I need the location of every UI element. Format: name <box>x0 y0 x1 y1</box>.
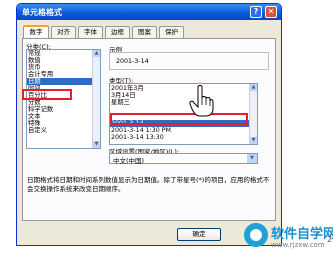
tab-font[interactable]: 字体 <box>78 26 103 38</box>
type-scrollbar[interactable]: ▲ ▼ <box>249 84 257 144</box>
list-item[interactable]: 2001-3-14 13:30 <box>110 134 257 141</box>
list-item[interactable]: 2001年3月 <box>110 85 257 92</box>
list-item[interactable]: 会计专用 <box>27 71 100 78</box>
highlight-box-type <box>110 113 248 125</box>
tab-protection[interactable]: 保护 <box>159 26 184 38</box>
format-description: 日期格式将日期和时间系列数值显示为日期值。除了带星号(*)的项目，应用的格式不会… <box>27 176 270 193</box>
chevron-down-icon[interactable]: ▼ <box>247 154 257 163</box>
watermark-text: 软件自学网 <box>271 227 333 242</box>
scroll-down-icon[interactable]: ▼ <box>250 137 257 144</box>
list-item[interactable]: 科学记数 <box>27 106 100 113</box>
watermark-url: www.rjzxw.com <box>271 241 325 249</box>
list-item-selected[interactable]: 日期 <box>27 78 100 85</box>
watermark-suffix: 2 <box>327 235 333 244</box>
ok-button[interactable]: 确定 <box>177 228 221 241</box>
tab-number[interactable]: 数字 <box>23 25 49 38</box>
close-button[interactable]: ✕ <box>265 6 277 18</box>
watermark-logo-icon <box>244 223 268 247</box>
list-item[interactable]: 常规 <box>27 50 100 57</box>
category-scrollbar[interactable]: ▲ ▼ <box>92 50 100 148</box>
sample-box: 2001-3-14 <box>109 52 269 70</box>
list-item[interactable]: 分数 <box>27 99 100 106</box>
locale-value: 中文(中国) <box>113 157 145 165</box>
list-item[interactable]: 特殊 <box>27 120 100 127</box>
list-item[interactable]: 2001-3-14 1:30 PM <box>110 127 257 134</box>
list-item[interactable]: 3月14日 <box>110 92 257 99</box>
tab-border[interactable]: 边框 <box>105 26 130 38</box>
list-item[interactable]: 文本 <box>27 113 100 120</box>
tab-alignment[interactable]: 对齐 <box>51 26 76 38</box>
sample-value: 2001-3-14 <box>116 58 149 65</box>
title-bar[interactable]: 单元格格式 ? ✕ <box>17 4 281 20</box>
dialog-title: 单元格格式 <box>22 8 62 17</box>
list-item[interactable]: 自定义 <box>27 127 100 134</box>
list-item[interactable]: 星期三 <box>110 99 257 106</box>
number-tab-panel: 分类(C): 常规 数值 货币 会计专用 日期 时间 百分比 分数 科学记数 文… <box>22 38 276 221</box>
scroll-up-icon[interactable]: ▲ <box>250 84 257 91</box>
scroll-down-icon[interactable]: ▼ <box>93 141 100 148</box>
list-item[interactable]: 数值 <box>27 57 100 64</box>
list-item[interactable]: 货币 <box>27 64 100 71</box>
locale-select[interactable]: 中文(中国) ▼ <box>109 153 258 165</box>
scroll-up-icon[interactable]: ▲ <box>93 50 100 57</box>
help-button[interactable]: ? <box>250 6 262 18</box>
tab-patterns[interactable]: 图案 <box>132 26 157 38</box>
highlight-box-category <box>22 89 72 100</box>
hand-cursor-icon <box>189 85 214 117</box>
watermark: 软件自学网 www.rjzxw.com 2 <box>244 213 333 256</box>
